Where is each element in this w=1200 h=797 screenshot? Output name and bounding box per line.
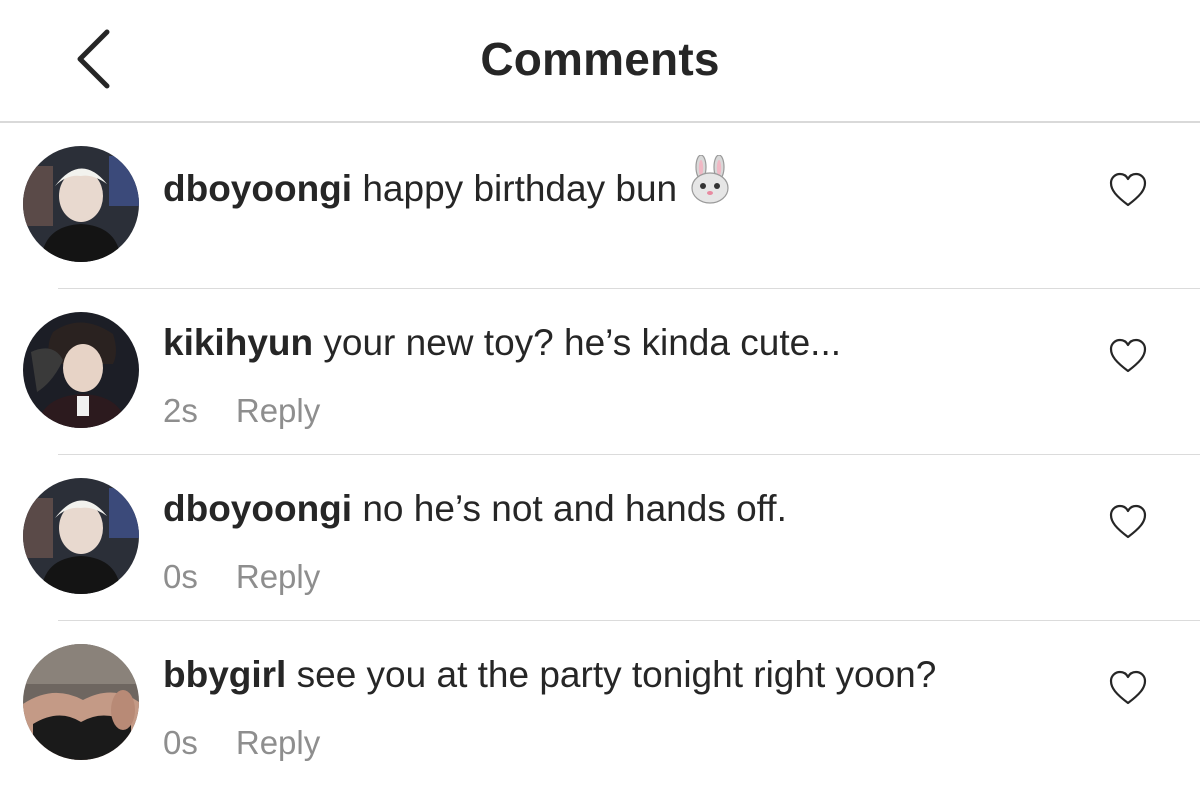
like-button[interactable] — [1108, 337, 1148, 375]
comment-item: kikihyun your new toy? he’s kinda cute..… — [0, 289, 1200, 455]
comment-text: see you at the party tonight right yoon? — [296, 654, 937, 695]
comment-meta: 0s Reply — [163, 723, 320, 763]
comment-text: no he’s not and hands off. — [362, 488, 787, 529]
rabbit-face-icon — [687, 154, 733, 205]
comment-text-line: kikihyun your new toy? he’s kinda cute..… — [163, 321, 841, 365]
header-bar: Comments — [0, 0, 1200, 123]
comment-username[interactable]: bbygirl — [163, 654, 286, 695]
comment-meta: 2s Reply — [163, 391, 320, 431]
comment-username[interactable]: kikihyun — [163, 322, 313, 363]
heart-icon — [1109, 172, 1147, 207]
avatar[interactable] — [23, 478, 139, 594]
comment-text-line: bbygirl see you at the party tonight rig… — [163, 653, 936, 697]
comment-text-line: dboyoongi happy birthday bun — [163, 154, 733, 211]
comment-timestamp: 0s — [163, 724, 198, 761]
comment-timestamp: 0s — [163, 558, 198, 595]
like-button[interactable] — [1108, 503, 1148, 541]
comment-meta: 0s Reply — [163, 557, 320, 597]
comment-text: happy birthday bun — [362, 168, 678, 209]
reply-button[interactable]: Reply — [236, 558, 320, 595]
comment-username[interactable]: dboyoongi — [163, 168, 352, 209]
comment-item: dboyoongi no he’s not and hands off. 0s R… — [0, 455, 1200, 621]
comment-timestamp: 2s — [163, 392, 198, 429]
reply-button[interactable]: Reply — [236, 392, 320, 429]
page-title: Comments — [480, 33, 720, 85]
avatar[interactable] — [23, 312, 139, 428]
heart-icon — [1109, 338, 1147, 373]
comment-text: your new toy? he’s kinda cute... — [323, 322, 842, 363]
comment-text-line: dboyoongi no he’s not and hands off. — [163, 487, 787, 531]
avatar[interactable] — [23, 644, 139, 760]
comment-item: dboyoongi happy birthday bun — [0, 123, 1200, 289]
reply-button[interactable]: Reply — [236, 724, 320, 761]
heart-icon — [1109, 670, 1147, 705]
like-button[interactable] — [1108, 669, 1148, 707]
like-button[interactable] — [1108, 171, 1148, 209]
heart-icon — [1109, 504, 1147, 539]
comment-item: bbygirl see you at the party tonight rig… — [0, 621, 1200, 787]
comment-username[interactable]: dboyoongi — [163, 488, 352, 529]
avatar[interactable] — [23, 146, 139, 262]
